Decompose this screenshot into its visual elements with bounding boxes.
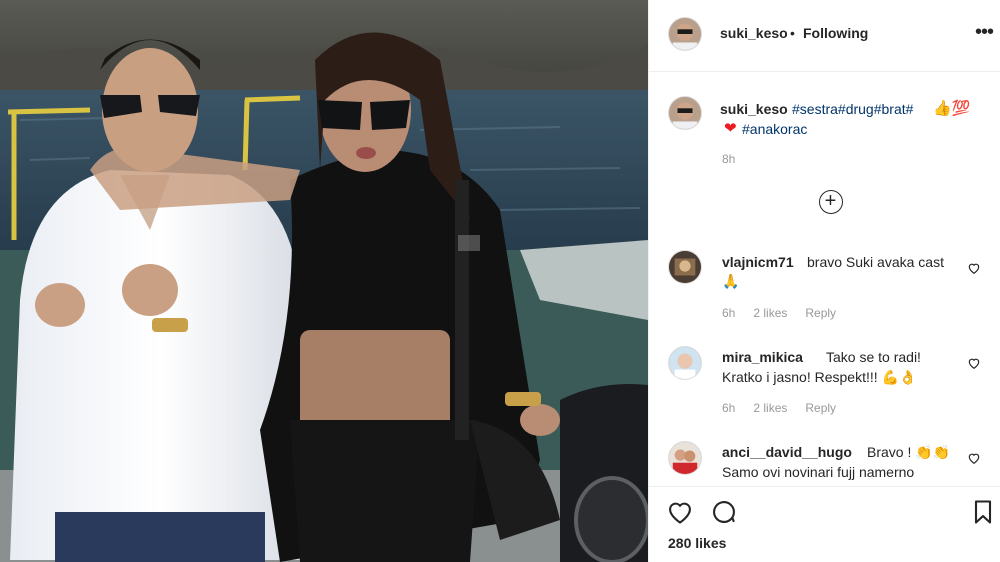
comment-reply-button[interactable]: Reply bbox=[805, 306, 836, 320]
header-separator: • bbox=[790, 25, 795, 41]
comment-like-heart-icon[interactable] bbox=[967, 451, 981, 465]
caption-hashtags[interactable]: #sestra#drug#brat# bbox=[792, 101, 913, 117]
author-username[interactable]: suki_keso bbox=[720, 25, 788, 41]
bookmark-icon[interactable] bbox=[969, 498, 997, 526]
post-action-bar: 280 likes bbox=[649, 486, 1000, 562]
comment-emoji: 🙏 bbox=[722, 273, 740, 289]
post-side-panel: suki_keso • Following ••• suki_keso #ses… bbox=[648, 0, 1000, 562]
caption-hashtag-anakorac[interactable]: #anakorac bbox=[742, 121, 807, 137]
more-options-icon[interactable]: ••• bbox=[975, 22, 994, 42]
comment-like-heart-icon[interactable] bbox=[967, 356, 981, 370]
commenter-avatar[interactable] bbox=[668, 441, 702, 475]
load-more-comments-button[interactable]: + bbox=[819, 190, 843, 214]
comment-text: Bravo ! 👏👏 bbox=[867, 444, 951, 460]
comment-time[interactable]: 6h bbox=[722, 306, 735, 320]
post-header: suki_keso • Following ••• bbox=[649, 0, 1000, 72]
author-avatar[interactable] bbox=[668, 17, 702, 51]
comment-likes[interactable]: 2 likes bbox=[753, 306, 787, 320]
comment-username[interactable]: vlajnicm71 bbox=[722, 254, 794, 270]
following-button[interactable]: Following bbox=[803, 25, 868, 41]
caption-username[interactable]: suki_keso bbox=[720, 101, 788, 117]
red-heart-icon: ❤ bbox=[724, 120, 737, 137]
comment-text: Tako se to radi! bbox=[826, 349, 921, 365]
caption-avatar[interactable] bbox=[668, 96, 702, 130]
comment-likes[interactable]: 2 likes bbox=[753, 401, 787, 415]
comment-text: bravo Suki avaka cast bbox=[807, 254, 944, 270]
caption-emoji: 👍💯 bbox=[933, 100, 971, 117]
comment-like-heart-icon[interactable] bbox=[967, 261, 981, 275]
comment-username[interactable]: anci__david__hugo bbox=[722, 444, 852, 460]
photo-image bbox=[0, 0, 648, 562]
plus-icon: + bbox=[824, 190, 837, 212]
comment-time[interactable]: 6h bbox=[722, 401, 735, 415]
caption-timestamp[interactable]: 8h bbox=[722, 152, 735, 166]
comment-username[interactable]: mira_mikica bbox=[722, 349, 803, 365]
comment-meta: 6h 2 likes Reply bbox=[722, 401, 854, 415]
commenter-avatar[interactable] bbox=[668, 346, 702, 380]
comment-text-continued: Samo ovi novinari fujj namerno bbox=[722, 464, 915, 480]
comment-text-continued: Kratko i jasno! Respekt!!! 💪👌 bbox=[722, 369, 917, 385]
comment-bubble-icon[interactable] bbox=[710, 498, 738, 526]
commenter-avatar[interactable] bbox=[668, 250, 702, 284]
heart-outline-icon[interactable] bbox=[666, 498, 694, 526]
comment-reply-button[interactable]: Reply bbox=[805, 401, 836, 415]
comment-meta: 6h 2 likes Reply bbox=[722, 306, 854, 320]
likes-count[interactable]: 280 likes bbox=[668, 535, 726, 551]
post-photo[interactable] bbox=[0, 0, 648, 562]
